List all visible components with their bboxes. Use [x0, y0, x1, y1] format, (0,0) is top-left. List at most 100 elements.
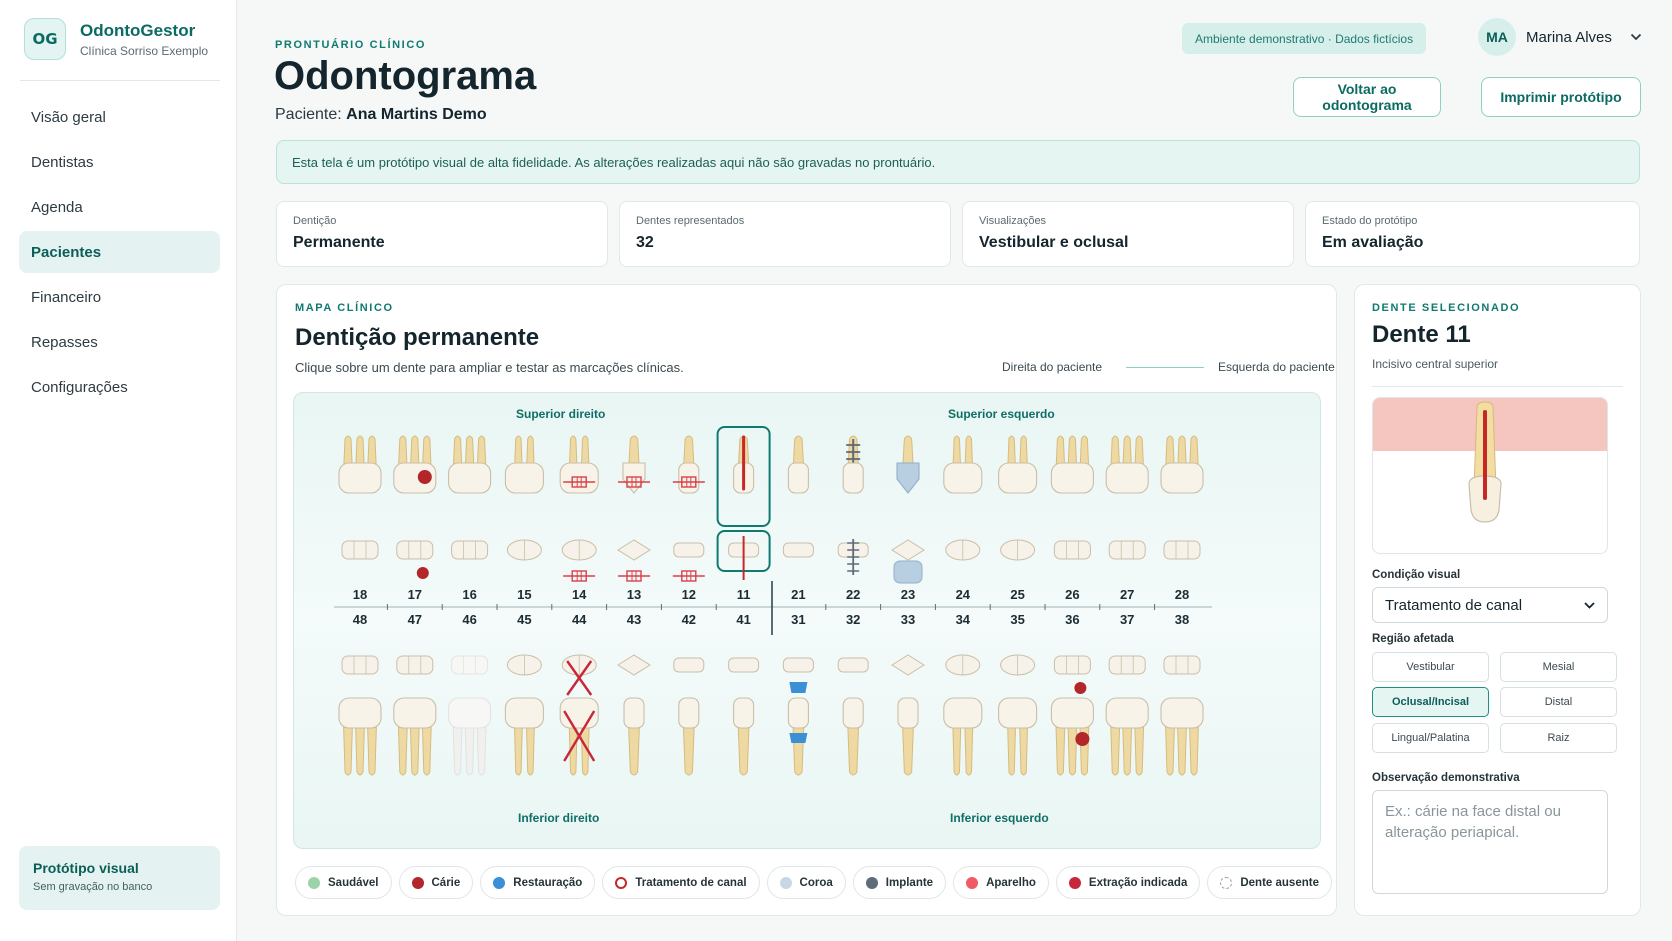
- tooth-17[interactable]: 17: [393, 435, 437, 602]
- tooth-22[interactable]: 22: [837, 435, 869, 602]
- sidebar-item-visao-geral[interactable]: Visão geral: [19, 96, 220, 138]
- tooth-25[interactable]: 25: [998, 435, 1038, 602]
- stat-card-denticao: Dentição Permanente: [276, 201, 608, 267]
- tooth-11[interactable]: 11: [716, 426, 771, 602]
- brand-name: OdontoGestor: [80, 20, 196, 40]
- legend-label: Coroa: [799, 876, 833, 889]
- tooth-41[interactable]: 41: [728, 612, 760, 776]
- tooth-number: 36: [1065, 612, 1079, 627]
- tooth-46[interactable]: 46: [448, 612, 492, 776]
- tooth-34[interactable]: 34: [943, 612, 983, 776]
- legend-label: Implante: [885, 876, 934, 889]
- legend-swatch: [779, 876, 792, 889]
- orientation-line: [1126, 367, 1204, 368]
- legend-swatch: [966, 876, 979, 889]
- region-distal[interactable]: Distal: [1500, 687, 1617, 717]
- sidebar-item-pacientes[interactable]: Pacientes: [19, 231, 220, 273]
- region-oclusal-incisal[interactable]: Oclusal/Incisal: [1372, 687, 1489, 717]
- tooth-15[interactable]: 15: [504, 435, 544, 602]
- tooth-number: 28: [1175, 587, 1189, 602]
- tooth-13[interactable]: 13: [617, 435, 651, 602]
- tooth-number: 24: [956, 587, 971, 602]
- sidebar-item-configuracoes[interactable]: Configurações: [19, 366, 220, 408]
- selected-tooth-title: Dente 11: [1372, 321, 1471, 348]
- sidebar-item-dentistas[interactable]: Dentistas: [19, 141, 220, 183]
- back-button[interactable]: Voltar ao odontograma: [1293, 77, 1441, 117]
- condition-select[interactable]: Tratamento de canal: [1372, 587, 1608, 623]
- sidebar-item-agenda[interactable]: Agenda: [19, 186, 220, 228]
- stat-label: Estado do protótipo: [1322, 215, 1418, 227]
- selected-tooth-panel: DENTE SELECIONADO Dente 11 Incisivo cent…: [1354, 284, 1641, 916]
- stat-label: Dentição: [293, 215, 337, 227]
- tooth-38[interactable]: 38: [1160, 612, 1204, 776]
- legend-swatch: [865, 876, 878, 889]
- patient-name: Ana Martins Demo: [346, 106, 487, 123]
- tooth-45[interactable]: 45: [504, 612, 544, 776]
- tooth-27[interactable]: 27: [1105, 435, 1149, 602]
- tooth-number: 11: [737, 587, 751, 602]
- tooth-number: 31: [791, 612, 805, 627]
- tooth-number: 42: [682, 612, 696, 627]
- legend-swatch: [1068, 876, 1081, 889]
- legend-item: Dente ausente: [1207, 866, 1332, 899]
- stat-value: 32: [636, 234, 654, 251]
- tooth-36[interactable]: 36: [1050, 612, 1094, 776]
- tooth-24[interactable]: 24: [943, 435, 983, 602]
- page-title: Odontograma: [274, 54, 537, 98]
- tooth-32[interactable]: 32: [837, 612, 869, 776]
- tooth-43[interactable]: 43: [617, 612, 651, 776]
- print-button[interactable]: Imprimir protótipo: [1481, 77, 1641, 117]
- tooth-47[interactable]: 47: [393, 612, 437, 776]
- sidebar-item-financeiro[interactable]: Financeiro: [19, 276, 220, 318]
- prototype-notice: Esta tela é um protótipo visual de alta …: [276, 140, 1640, 184]
- tooth-21[interactable]: 21: [782, 435, 814, 602]
- sidebar-item-repasses[interactable]: Repasses: [19, 321, 220, 363]
- stat-label: Dentes representados: [636, 215, 745, 227]
- tooth-48[interactable]: 48: [338, 612, 382, 776]
- tooth-26[interactable]: 26: [1050, 435, 1094, 602]
- chevron-down-icon: [1584, 601, 1595, 609]
- tooth-12[interactable]: 12: [672, 435, 705, 602]
- condition-label: Condição visual: [1372, 569, 1461, 581]
- legend-item: Implante: [852, 866, 947, 899]
- stat-value: Vestibular e oclusal: [979, 234, 1129, 251]
- tooth-number: 21: [791, 587, 805, 602]
- region-raiz[interactable]: Raiz: [1500, 723, 1617, 753]
- tooth-42[interactable]: 42: [673, 612, 705, 776]
- tooth-33[interactable]: 33: [891, 612, 925, 776]
- tooth-35[interactable]: 35: [998, 612, 1038, 776]
- tooth-number: 38: [1175, 612, 1189, 627]
- tooth-16[interactable]: 16: [448, 435, 492, 602]
- brand[interactable]: OG OdontoGestor Clínica Sorriso Exemplo: [24, 18, 208, 60]
- user-menu[interactable]: MA Marina Alves: [1478, 18, 1642, 56]
- prototype-card-title: Protótipo visual: [33, 860, 139, 876]
- sidebar-divider: [20, 80, 220, 81]
- region-label: Região afetada: [1372, 633, 1454, 645]
- tooth-28[interactable]: 28: [1160, 435, 1204, 602]
- sidebar: OG OdontoGestor Clínica Sorriso Exemplo …: [0, 0, 237, 941]
- tooth-37[interactable]: 37: [1105, 612, 1149, 776]
- patient-right-label: Direita do paciente: [1002, 360, 1103, 374]
- main-content: PRONTUÁRIO CLÍNICO Odontograma Paciente:…: [237, 0, 1672, 941]
- tooth-18[interactable]: 18: [338, 435, 382, 602]
- condition-value: Tratamento de canal: [1385, 596, 1523, 614]
- tooth-number: 25: [1010, 587, 1024, 602]
- tooth-14[interactable]: 14: [559, 435, 599, 602]
- tooth-23[interactable]: 23: [891, 435, 925, 602]
- region-mesial[interactable]: Mesial: [1500, 652, 1617, 682]
- note-textarea[interactable]: Ex.: cárie na face distal ou alteração p…: [1372, 790, 1608, 894]
- tooth-number: 32: [846, 612, 860, 627]
- note-label: Observação demonstrativa: [1372, 772, 1520, 784]
- user-name: Marina Alves: [1526, 28, 1612, 46]
- legend-item: Cárie: [398, 866, 474, 899]
- tooth-31[interactable]: 31: [782, 612, 814, 776]
- tooth-44[interactable]: 44: [559, 612, 599, 776]
- stat-label: Visualizações: [979, 215, 1047, 227]
- brand-logo: OG: [24, 18, 66, 60]
- map-eyebrow: MAPA CLÍNICO: [295, 302, 394, 314]
- odontogram-chart: Superior direito Superior esquerdo Infer…: [293, 392, 1321, 849]
- region-lingual-palatina[interactable]: Lingual/Palatina: [1372, 723, 1489, 753]
- legend-item: Restauração: [480, 866, 596, 899]
- tooth-number: 16: [462, 587, 476, 602]
- region-vestibular[interactable]: Vestibular: [1372, 652, 1489, 682]
